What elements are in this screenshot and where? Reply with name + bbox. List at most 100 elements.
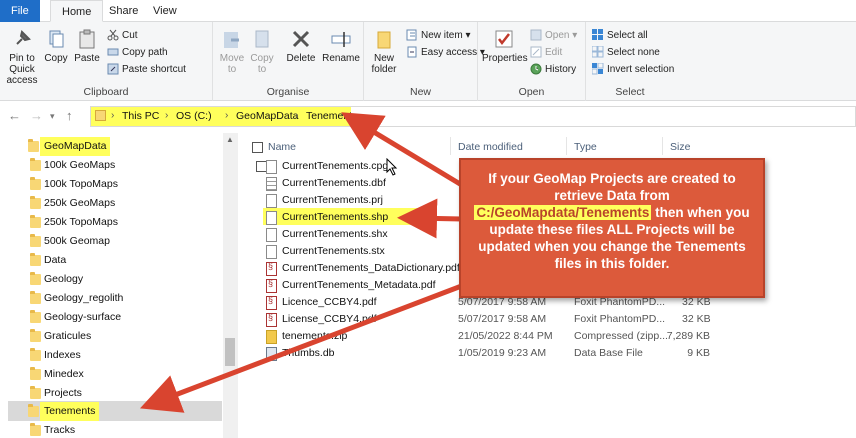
folder-icon (30, 423, 41, 436)
clipboard-label: Clipboard (83, 86, 129, 98)
up-arrow-icon[interactable]: ↑ (66, 108, 73, 123)
nav-scrollbar[interactable] (223, 133, 238, 438)
scissors-icon (107, 30, 119, 41)
breadcrumb-os-c[interactable]: OS (C:) (176, 110, 212, 122)
copy-button[interactable]: Copy (42, 28, 70, 64)
nav-folder[interactable]: Geology_regolith (30, 289, 123, 308)
new-folder-button[interactable]: New folder (366, 28, 402, 75)
tab-file[interactable]: File (0, 0, 40, 22)
nav-scrollbar-thumb[interactable] (225, 338, 235, 366)
copy-path-button[interactable]: Copy path (107, 45, 168, 61)
folder-icon (30, 291, 41, 304)
nav-label: 100k TopoMaps (44, 178, 118, 190)
nav-label: 250k TopoMaps (44, 216, 118, 228)
folder-icon (95, 110, 106, 121)
breadcrumb-separator: › (295, 110, 299, 121)
file-date: 21/05/2022 8:44 PM (458, 330, 553, 342)
edit-icon (530, 46, 542, 58)
select-none-button[interactable]: Select none (591, 45, 660, 61)
nav-folder[interactable]: 500k Geomap (30, 232, 110, 251)
file-icon (266, 211, 277, 225)
new-item-button[interactable]: New item ▾ (406, 28, 471, 44)
nav-folder-tenements[interactable]: Tenements (28, 402, 100, 421)
paste-shortcut-icon (107, 63, 119, 75)
folder-icon (30, 177, 41, 190)
nav-folder[interactable]: 250k GeoMaps (30, 194, 115, 213)
file-type: Data Base File (574, 347, 643, 359)
column-divider[interactable] (566, 137, 567, 155)
column-date-modified[interactable]: Date modified (458, 141, 523, 153)
easy-access-button[interactable]: Easy access ▾ (406, 45, 485, 61)
file-date: 5/07/2017 9:58 AM (458, 313, 547, 325)
zip-file-icon (266, 330, 277, 344)
nav-folder[interactable]: Minedex (30, 365, 84, 384)
nav-folder[interactable]: Data (30, 251, 66, 270)
copy-to-button[interactable]: Copy to (249, 28, 275, 75)
breadcrumb-this-pc[interactable]: This PC (122, 110, 159, 122)
nav-folder[interactable]: Graticules (30, 327, 92, 346)
pin-quick-access-button[interactable]: Pin to Quick access (2, 28, 42, 86)
open-button[interactable]: Open ▾ (530, 28, 577, 44)
nav-folder[interactable]: Geology (30, 270, 84, 289)
paste-label: Paste (74, 53, 100, 64)
column-divider[interactable] (662, 137, 663, 155)
cut-button[interactable]: Cut (107, 28, 138, 44)
edit-button[interactable]: Edit (530, 45, 562, 61)
address-bar[interactable]: › This PC › OS (C:) › GeoMapData › Tenem… (90, 106, 856, 127)
column-type[interactable]: Type (574, 141, 597, 153)
nav-folder[interactable]: 100k GeoMaps (30, 156, 115, 175)
folder-icon (30, 215, 41, 228)
tab-view[interactable]: View (142, 0, 188, 22)
file-size: 32 KB (682, 313, 711, 325)
invert-selection-button[interactable]: Invert selection (591, 62, 674, 78)
paste-button[interactable]: Paste (72, 28, 102, 64)
new-label: New (409, 86, 431, 98)
properties-icon (495, 30, 513, 48)
recent-locations-icon[interactable]: ▾ (50, 111, 55, 122)
nav-folder[interactable]: 250k TopoMaps (30, 213, 118, 232)
column-divider[interactable] (450, 137, 451, 155)
column-name[interactable]: Name (268, 141, 296, 153)
breadcrumb-geomapdata[interactable]: GeoMapData (236, 110, 298, 122)
column-size[interactable]: Size (670, 141, 690, 153)
pdf-file-icon (266, 278, 277, 293)
file-row[interactable]: tenements.zip 21/05/2022 8:44 PM Compres… (244, 329, 744, 345)
nav-label: Tenements (44, 405, 96, 417)
nav-folder-geomapdata[interactable]: GeoMapData (28, 137, 111, 156)
delete-button[interactable]: Delete (283, 28, 319, 64)
forward-arrow-icon[interactable]: → (30, 108, 43, 123)
paste-shortcut-button[interactable]: Paste shortcut (107, 62, 186, 78)
file-row[interactable]: Thumbs.db 1/05/2019 9:23 AM Data Base Fi… (244, 346, 744, 362)
file-name: CurrentTenements.shx (282, 228, 388, 240)
ribbon: Pin to Quick access Copy Paste Cut Copy … (0, 22, 856, 101)
scroll-up-icon[interactable]: ▲ (226, 135, 234, 144)
nav-label: Geology (44, 273, 84, 285)
nav-folder[interactable]: Geology-surface (30, 308, 121, 327)
select-all-label: Select all (607, 30, 648, 41)
history-icon (530, 63, 542, 75)
nav-folder[interactable]: 100k TopoMaps (30, 175, 118, 194)
copy-path-icon (107, 48, 119, 56)
rename-button[interactable]: Rename (321, 28, 361, 64)
nav-folder[interactable]: Projects (30, 384, 82, 403)
file-name: CurrentTenements_Metadata.pdf (282, 279, 436, 291)
select-none-icon (591, 45, 604, 58)
callout-line1: If your GeoMap Projects are created to r… (488, 171, 736, 203)
tab-home[interactable]: Home (50, 0, 104, 22)
nav-folder[interactable]: Indexes (30, 346, 81, 365)
pdf-file-icon (266, 261, 277, 276)
select-all-icon (592, 29, 603, 41)
nav-label: Graticules (44, 330, 92, 342)
move-to-button[interactable]: Move to (219, 28, 245, 75)
back-arrow-icon[interactable]: ← (8, 108, 21, 123)
rename-label: Rename (322, 53, 360, 64)
select-all-checkbox[interactable] (252, 142, 263, 153)
properties-button[interactable]: Properties (482, 28, 528, 64)
breadcrumb-tenements[interactable]: Tenements (306, 110, 357, 122)
folder-icon (30, 348, 41, 361)
file-row[interactable]: License_CCBY4.pdf 5/07/2017 9:58 AM Foxi… (244, 312, 744, 328)
nav-folder[interactable]: Tracks (30, 421, 75, 438)
select-all-button[interactable]: Select all (592, 28, 648, 44)
cut-label: Cut (122, 30, 138, 41)
history-button[interactable]: History (530, 62, 576, 78)
